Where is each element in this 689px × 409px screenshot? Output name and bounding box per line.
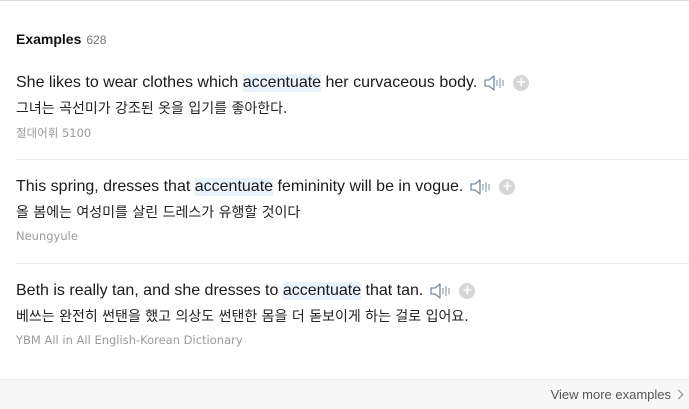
examples-title: Examples — [16, 31, 82, 47]
chevron-right-icon — [673, 389, 684, 400]
example-korean: 그녀는 곡선미가 강조된 옷을 입기를 좋아한다. — [16, 101, 288, 117]
plus-icon[interactable]: + — [459, 283, 476, 299]
example-keyword-highlight[interactable]: accentuate — [242, 74, 322, 92]
example-source: Neungyule — [16, 229, 78, 243]
view-more-label: View more examples — [550, 387, 671, 402]
example-source: YBM All in All English-Korean Dictionary — [16, 333, 243, 347]
example-english: Beth is really tan, and she dresses to a… — [16, 280, 689, 302]
speaker-icon[interactable] — [429, 281, 453, 301]
example-korean: 베쓰는 완전히 썬탠을 했고 의상도 썬탠한 몸을 더 돋보이게 하는 걸로 입… — [16, 309, 469, 325]
example-korean: 올 봄에는 여성미를 살린 드레스가 유행할 것이다 — [16, 205, 301, 221]
examples-count: 628 — [86, 33, 107, 47]
top-border — [0, 0, 689, 1]
view-more-examples-link[interactable]: View more examples — [550, 387, 684, 402]
example-english-after: her curvaceous body. — [321, 74, 478, 91]
examples-header: Examples 628 — [16, 31, 106, 47]
example-item: This spring, dresses that accentuate fem… — [16, 176, 689, 243]
example-source: 절대어휘 5100 — [16, 126, 92, 140]
plus-icon[interactable]: + — [513, 75, 530, 91]
plus-icon[interactable]: + — [499, 179, 516, 195]
example-english-after: femininity will be in vogue. — [273, 178, 464, 195]
example-item: She likes to wear clothes which accentua… — [16, 72, 689, 141]
example-keyword-highlight[interactable]: accentuate — [282, 282, 362, 300]
example-divider — [16, 159, 689, 160]
example-english: She likes to wear clothes which accentua… — [16, 72, 689, 94]
example-english: This spring, dresses that accentuate fem… — [16, 176, 689, 198]
example-item: Beth is really tan, and she dresses to a… — [16, 280, 689, 347]
example-english-before: She likes to wear clothes which — [16, 74, 243, 91]
speaker-icon[interactable] — [469, 177, 493, 197]
example-divider — [16, 263, 689, 264]
example-english-after: that tan. — [361, 282, 424, 299]
speaker-icon[interactable] — [483, 73, 507, 93]
examples-footer: View more examples — [0, 379, 689, 409]
examples-panel: Examples 628 She likes to wear clothes w… — [0, 0, 689, 409]
example-english-before: This spring, dresses that — [16, 178, 195, 195]
example-keyword-highlight[interactable]: accentuate — [194, 178, 274, 196]
example-english-before: Beth is really tan, and she dresses to — [16, 282, 283, 299]
